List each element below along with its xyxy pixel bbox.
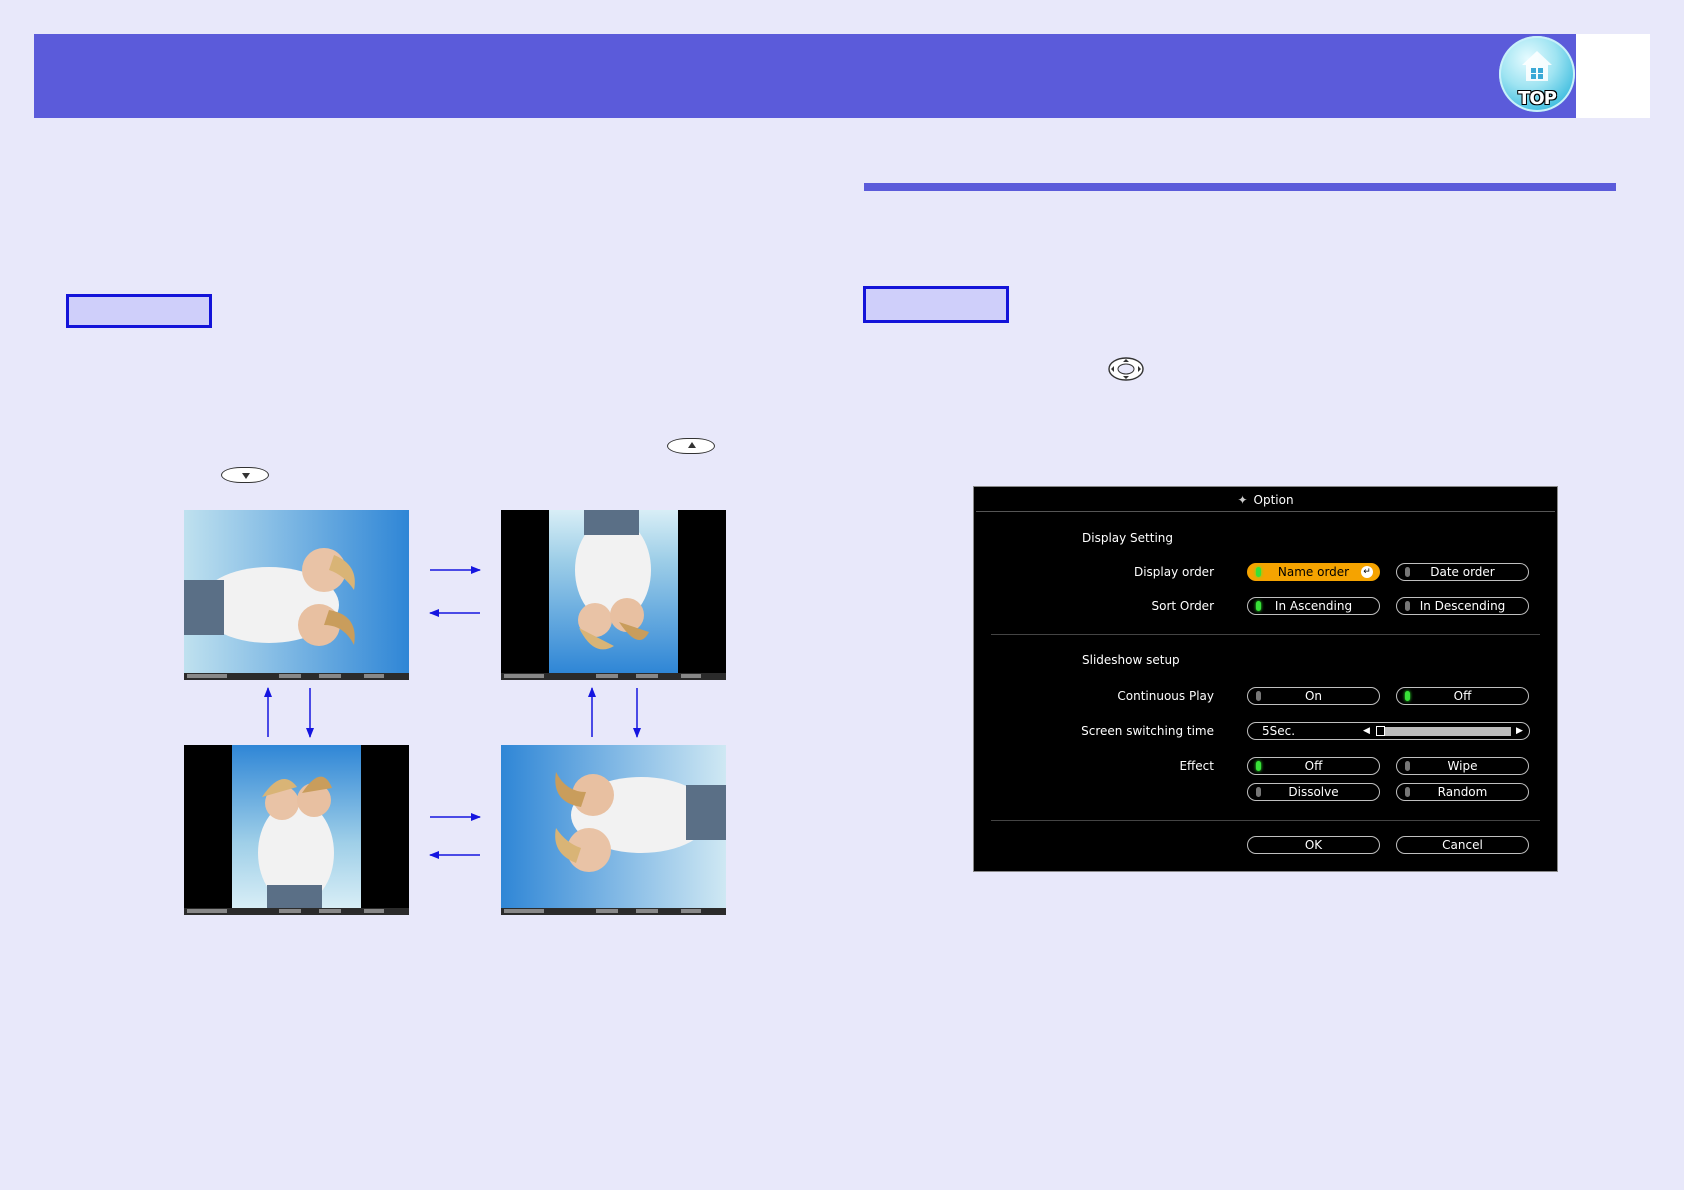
thumbnail-upright xyxy=(184,745,409,915)
continuous-play-off-option[interactable]: Off xyxy=(1396,687,1529,705)
status-bar xyxy=(501,908,726,915)
photo-upright xyxy=(232,745,361,908)
photo-upside-down xyxy=(549,510,678,673)
photo-rotated-right xyxy=(501,745,726,908)
display-order-label: Display order xyxy=(1133,565,1214,579)
procedure-label-box-left xyxy=(66,294,212,328)
thumbnail-rotated-180 xyxy=(501,510,726,680)
status-bar xyxy=(501,673,726,680)
top-icon[interactable]: TOP xyxy=(1499,36,1575,112)
switching-time-slider[interactable]: 5Sec. ◀ ▶ xyxy=(1247,722,1530,740)
slider-knob[interactable] xyxy=(1376,726,1385,736)
date-order-option[interactable]: Date order xyxy=(1396,563,1529,581)
top-label: TOP xyxy=(1518,88,1557,109)
slider-left-icon[interactable]: ◀ xyxy=(1363,723,1370,739)
header-bar xyxy=(34,34,1576,118)
slider-right-icon[interactable]: ▶ xyxy=(1516,723,1523,739)
effect-random-option[interactable]: Random xyxy=(1396,783,1529,801)
continuous-play-on-option[interactable]: On xyxy=(1247,687,1380,705)
enter-icon: ↵ xyxy=(1361,566,1373,578)
up-button-icon xyxy=(667,438,715,454)
slideshow-setup-heading: Slideshow setup xyxy=(1082,653,1180,667)
thumbnail-rotated-right xyxy=(501,745,726,915)
option-dialog: ✦ Option Display Setting Display order Na… xyxy=(973,486,1558,872)
house-icon xyxy=(1522,51,1552,81)
dialog-titlebar: ✦ Option xyxy=(976,489,1555,512)
ascending-option[interactable]: In Ascending xyxy=(1247,597,1380,615)
effect-dissolve-option[interactable]: Dissolve xyxy=(1247,783,1380,801)
dpad-icon xyxy=(1108,357,1144,381)
procedure-label-box-right xyxy=(863,286,1009,323)
switching-time-value: 5Sec. xyxy=(1262,724,1296,738)
name-order-option[interactable]: Name order ↵ xyxy=(1247,563,1380,581)
sort-order-label: Sort Order xyxy=(1151,599,1214,613)
up-arrow-icon xyxy=(688,442,696,448)
down-arrow-icon xyxy=(242,473,250,479)
continuous-play-label: Continuous Play xyxy=(1117,689,1214,703)
effect-off-option[interactable]: Off xyxy=(1247,757,1380,775)
status-bar xyxy=(184,908,409,915)
page-number-tab xyxy=(1576,34,1650,118)
down-button-icon xyxy=(221,467,269,483)
effect-wipe-option[interactable]: Wipe xyxy=(1396,757,1529,775)
section-rule xyxy=(864,183,1616,191)
divider xyxy=(991,820,1540,821)
effect-label: Effect xyxy=(1179,759,1214,773)
display-setting-heading: Display Setting xyxy=(1082,531,1174,545)
descending-option[interactable]: In Descending xyxy=(1396,597,1529,615)
divider xyxy=(991,634,1540,635)
dialog-title: Option xyxy=(1253,493,1294,507)
thumbnail-original xyxy=(184,510,409,680)
ok-button[interactable]: OK xyxy=(1247,836,1380,854)
slider-track[interactable] xyxy=(1376,727,1511,736)
wrench-icon: ✦ xyxy=(1237,493,1248,507)
cancel-button[interactable]: Cancel xyxy=(1396,836,1529,854)
status-bar xyxy=(184,673,409,680)
photo-rotated-left xyxy=(184,510,409,673)
switching-time-label: Screen switching time xyxy=(1081,724,1214,738)
